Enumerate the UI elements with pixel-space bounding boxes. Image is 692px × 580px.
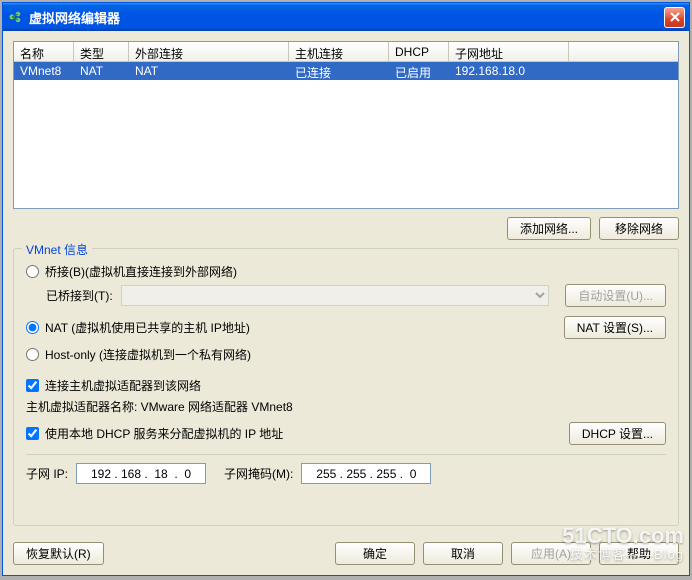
col-type[interactable]: 类型 bbox=[74, 42, 129, 61]
cell-name: VMnet8 bbox=[14, 62, 74, 80]
ok-button[interactable]: 确定 bbox=[335, 542, 415, 565]
cell-type: NAT bbox=[74, 62, 129, 80]
cancel-button[interactable]: 取消 bbox=[423, 542, 503, 565]
checkbox-use-dhcp[interactable] bbox=[26, 427, 39, 440]
col-host[interactable]: 主机连接 bbox=[289, 42, 389, 61]
radio-nat[interactable] bbox=[26, 321, 39, 334]
hostonly-row: Host-only (连接虚拟机到一个私有网络) bbox=[26, 346, 666, 363]
connect-host-row: 连接主机虚拟适配器到该网络 bbox=[26, 377, 666, 394]
cell-sub: 192.168.18.0 bbox=[449, 62, 569, 80]
add-network-button[interactable]: 添加网络... bbox=[507, 217, 591, 240]
radio-bridged-label: 桥接(B)(虚拟机直接连接到外部网络) bbox=[45, 263, 237, 280]
subnet-mask-input[interactable] bbox=[301, 463, 431, 484]
separator bbox=[26, 454, 666, 455]
restore-defaults-button[interactable]: 恢复默认(R) bbox=[13, 542, 104, 565]
radio-hostonly-label: Host-only (连接虚拟机到一个私有网络) bbox=[45, 346, 251, 363]
subnet-row: 子网 IP: 子网掩码(M): bbox=[26, 463, 666, 484]
window: 虚拟网络编辑器 名称 类型 外部连接 主机连接 DHCP 子网地址 VMnet8… bbox=[2, 2, 690, 576]
col-ext[interactable]: 外部连接 bbox=[129, 42, 289, 61]
titlebar[interactable]: 虚拟网络编辑器 bbox=[3, 3, 689, 31]
window-title: 虚拟网络编辑器 bbox=[29, 8, 664, 27]
bridged-to-row: 已桥接到(T): 自动设置(U)... bbox=[46, 284, 666, 307]
list-buttons: 添加网络... 移除网络 bbox=[13, 217, 679, 240]
subnet-ip-label: 子网 IP: bbox=[26, 465, 68, 482]
subnet-mask-label: 子网掩码(M): bbox=[224, 465, 293, 482]
use-dhcp-label: 使用本地 DHCP 服务来分配虚拟机的 IP 地址 bbox=[45, 425, 283, 442]
cell-ext: NAT bbox=[129, 62, 289, 80]
table-row[interactable]: VMnet8 NAT NAT 已连接 已启用 192.168.18.0 bbox=[14, 62, 678, 80]
app-icon bbox=[7, 9, 23, 25]
remove-network-button[interactable]: 移除网络 bbox=[599, 217, 679, 240]
adapter-name-label: 主机虚拟适配器名称: VMware 网络适配器 VMnet8 bbox=[26, 398, 666, 415]
close-button[interactable] bbox=[664, 7, 685, 28]
col-dhcp[interactable]: DHCP bbox=[389, 42, 449, 61]
bridged-to-label: 已桥接到(T): bbox=[46, 287, 113, 304]
dhcp-settings-button[interactable]: DHCP 设置... bbox=[569, 422, 666, 445]
cell-dhcp: 已启用 bbox=[389, 62, 449, 80]
network-list[interactable]: 名称 类型 外部连接 主机连接 DHCP 子网地址 VMnet8 NAT NAT… bbox=[13, 41, 679, 209]
nat-settings-button[interactable]: NAT 设置(S)... bbox=[564, 316, 666, 339]
client-area: 名称 类型 外部连接 主机连接 DHCP 子网地址 VMnet8 NAT NAT… bbox=[3, 31, 689, 536]
connect-host-label: 连接主机虚拟适配器到该网络 bbox=[45, 377, 201, 394]
group-legend: VMnet 信息 bbox=[22, 241, 92, 258]
col-name[interactable]: 名称 bbox=[14, 42, 74, 61]
bridged-select bbox=[121, 285, 550, 306]
col-sub[interactable]: 子网地址 bbox=[449, 42, 569, 61]
radio-hostonly[interactable] bbox=[26, 348, 39, 361]
auto-set-button: 自动设置(U)... bbox=[565, 284, 666, 307]
use-dhcp-row: 使用本地 DHCP 服务来分配虚拟机的 IP 地址 DHCP 设置... bbox=[26, 421, 666, 446]
list-body: VMnet8 NAT NAT 已连接 已启用 192.168.18.0 bbox=[14, 62, 678, 208]
radio-bridged[interactable] bbox=[26, 265, 39, 278]
radio-nat-label: NAT (虚拟机使用已共享的主机 IP地址) bbox=[45, 319, 250, 336]
list-header: 名称 类型 外部连接 主机连接 DHCP 子网地址 bbox=[14, 42, 678, 62]
footer: 恢复默认(R) 确定 取消 应用(A) 帮助 bbox=[3, 536, 689, 575]
cell-host: 已连接 bbox=[289, 62, 389, 80]
subnet-ip-input[interactable] bbox=[76, 463, 206, 484]
radio-bridged-row: 桥接(B)(虚拟机直接连接到外部网络) bbox=[26, 263, 666, 280]
apply-button: 应用(A) bbox=[511, 542, 591, 565]
help-button[interactable]: 帮助 bbox=[599, 542, 679, 565]
nat-row: NAT (虚拟机使用已共享的主机 IP地址) NAT 设置(S)... bbox=[26, 315, 666, 340]
vmnet-info-group: VMnet 信息 桥接(B)(虚拟机直接连接到外部网络) 已桥接到(T): 自动… bbox=[13, 248, 679, 526]
checkbox-connect-host[interactable] bbox=[26, 379, 39, 392]
